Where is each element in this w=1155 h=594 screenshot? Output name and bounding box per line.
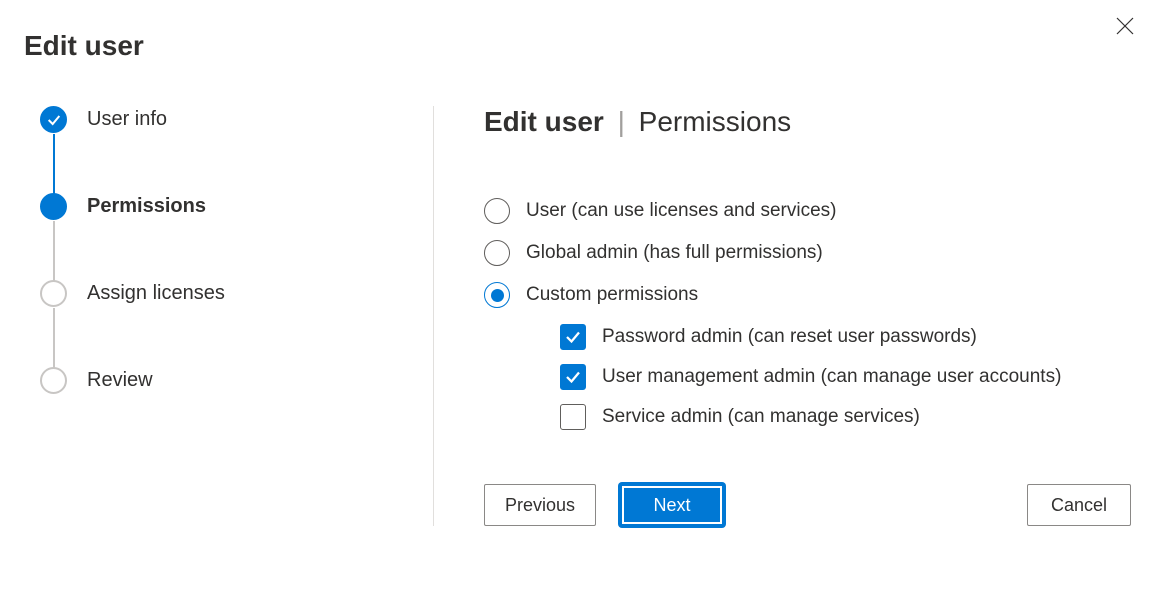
radio-icon [484,240,510,266]
check-icon [40,106,67,133]
radio-icon [484,282,510,308]
radio-icon [484,198,510,224]
current-step-icon [40,193,67,220]
checkbox-label: User management admin (can manage user a… [602,366,1061,388]
step-label: Assign licenses [87,282,225,305]
edit-user-dialog: Edit user User info Permissions As [0,0,1155,594]
step-permissions[interactable]: Permissions [40,193,433,220]
checkbox-icon [560,364,586,390]
radio-label: Global admin (has full permissions) [526,242,823,264]
radio-label: Custom permissions [526,284,698,306]
step-assign-licenses[interactable]: Assign licenses [40,280,433,307]
radio-user[interactable]: User (can use licenses and services) [484,198,1131,224]
role-radio-group: User (can use licenses and services) Glo… [484,198,1131,444]
dialog-title: Edit user [24,30,1131,62]
dialog-footer: Previous Next Cancel [484,444,1131,526]
cancel-button[interactable]: Cancel [1027,484,1131,526]
radio-global-admin[interactable]: Global admin (has full permissions) [484,240,1131,266]
custom-permission-list: Password admin (can reset user passwords… [560,324,1131,430]
panel-title-context: Edit user [484,106,604,137]
permissions-panel: Edit user | Permissions User (can use li… [434,106,1131,526]
wizard-stepper: User info Permissions Assign licenses Re… [24,106,434,526]
checkbox-label: Password admin (can reset user passwords… [602,326,977,348]
step-label: Permissions [87,195,206,218]
checkbox-icon [560,324,586,350]
checkbox-service-admin[interactable]: Service admin (can manage services) [560,404,1131,430]
step-review[interactable]: Review [40,367,433,394]
checkbox-icon [560,404,586,430]
pending-step-icon [40,367,67,394]
step-user-info[interactable]: User info [40,106,433,133]
close-icon[interactable] [1113,14,1141,42]
step-label: Review [87,369,153,392]
checkbox-password-admin[interactable]: Password admin (can reset user passwords… [560,324,1131,350]
panel-title: Edit user | Permissions [484,106,1131,138]
step-label: User info [87,108,167,131]
previous-button[interactable]: Previous [484,484,596,526]
checkbox-label: Service admin (can manage services) [602,406,920,428]
next-button[interactable]: Next [620,484,724,526]
panel-title-page: Permissions [639,106,791,137]
pending-step-icon [40,280,67,307]
radio-label: User (can use licenses and services) [526,200,836,222]
checkbox-user-management-admin[interactable]: User management admin (can manage user a… [560,364,1131,390]
radio-custom-permissions[interactable]: Custom permissions [484,282,1131,308]
